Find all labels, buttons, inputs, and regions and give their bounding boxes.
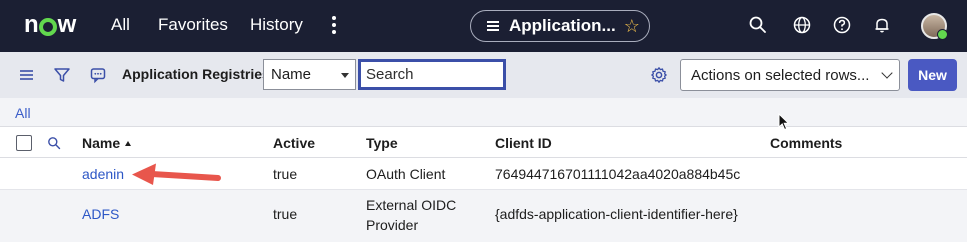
more-icon[interactable]	[328, 14, 340, 38]
gear-icon[interactable]	[650, 66, 668, 84]
help-icon[interactable]	[832, 15, 852, 35]
servicenow-logo[interactable]: nw	[24, 11, 76, 38]
new-button[interactable]: New	[908, 59, 957, 91]
list-title: Application Registries	[122, 66, 270, 82]
table-header: Name Active Type Client ID Comments	[0, 126, 967, 158]
app-title: Application...	[509, 16, 616, 35]
column-search-icon[interactable]	[47, 136, 61, 150]
search-icon[interactable]	[748, 15, 768, 35]
table-row: ADFS true External OIDC Provider {adfds-…	[0, 190, 967, 242]
nav-all[interactable]: All	[111, 15, 130, 35]
column-header-type[interactable]: Type	[366, 135, 398, 151]
column-header-client-id[interactable]: Client ID	[495, 135, 552, 151]
row-active: true	[273, 206, 298, 222]
row-name-link[interactable]: adenin	[82, 166, 124, 182]
table-row: adenin true OAuth Client 764944716701111…	[0, 158, 967, 190]
caret-down-icon	[341, 73, 349, 78]
row-active: true	[273, 166, 298, 182]
actions-select-value: Actions on selected rows...	[691, 66, 870, 84]
app-title-pill[interactable]: Application... ☆	[470, 10, 650, 42]
filter-icon[interactable]	[53, 66, 71, 84]
avatar[interactable]	[921, 13, 948, 40]
globe-icon[interactable]	[792, 15, 812, 35]
chat-icon[interactable]	[89, 66, 107, 84]
column-header-active[interactable]: Active	[273, 135, 315, 151]
row-name-link[interactable]: ADFS	[82, 206, 119, 222]
actions-select[interactable]: Actions on selected rows...	[680, 59, 900, 91]
select-all-checkbox[interactable]	[16, 135, 32, 151]
column-header-comments[interactable]: Comments	[770, 135, 842, 151]
list-toolbar: Application Registries Name Actions on s…	[0, 52, 967, 98]
search-field-select[interactable]: Name	[263, 59, 356, 90]
breadcrumb: All	[0, 98, 967, 126]
nav-history[interactable]: History	[250, 15, 303, 35]
top-nav: nw All Favorites History Application... …	[0, 0, 967, 52]
row-type: External OIDC Provider	[366, 197, 457, 233]
favorite-star-icon[interactable]: ☆	[624, 16, 640, 37]
breadcrumb-all[interactable]: All	[15, 105, 31, 121]
nav-favorites[interactable]: Favorites	[158, 15, 228, 35]
bell-icon[interactable]	[872, 15, 892, 35]
row-client-id: {adfds-application-client-identifier-her…	[495, 206, 738, 222]
search-input[interactable]	[358, 59, 506, 90]
chevron-down-icon	[881, 67, 893, 79]
list-icon	[487, 21, 499, 31]
sort-ascending-icon	[125, 141, 132, 146]
row-type: OAuth Client	[366, 166, 446, 182]
hamburger-icon[interactable]	[18, 66, 36, 84]
column-header-name[interactable]: Name	[82, 135, 132, 151]
search-field-value: Name	[271, 66, 312, 83]
row-client-id: 764944716701111042aa4020a884b45c	[495, 166, 741, 182]
mouse-cursor-icon	[778, 113, 790, 131]
